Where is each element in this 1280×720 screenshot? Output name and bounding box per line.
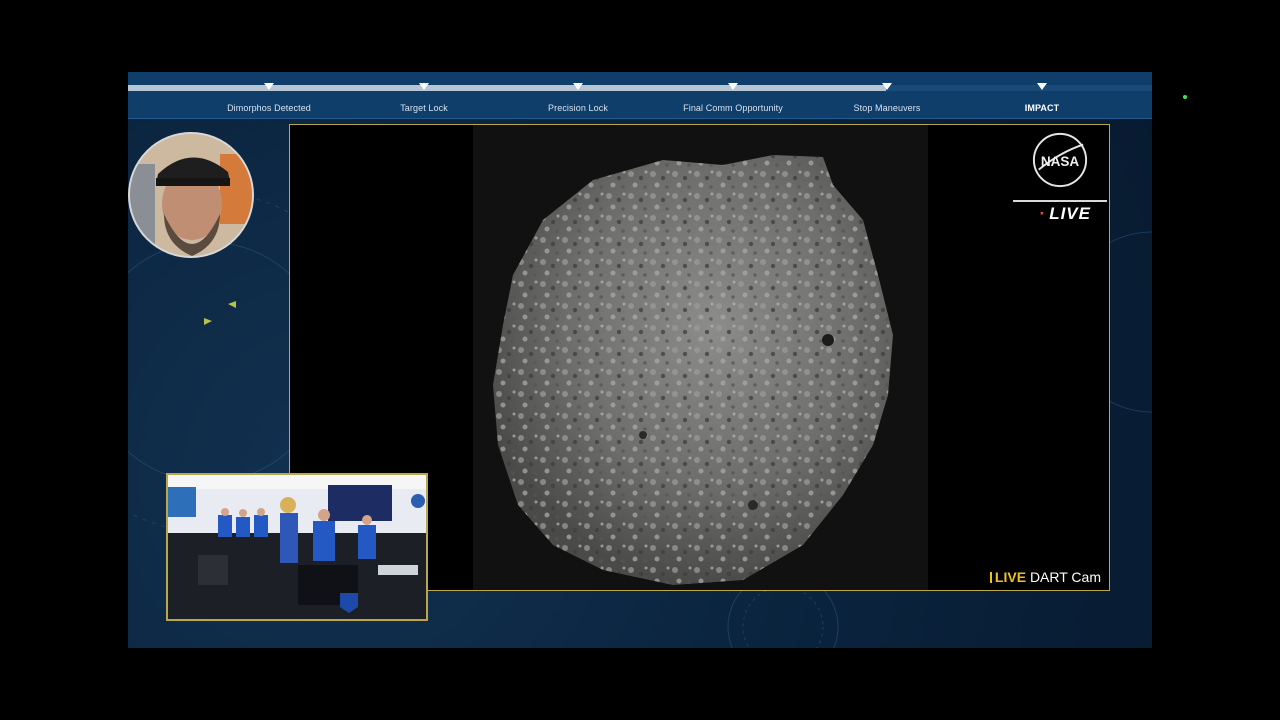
milestone-marker — [264, 83, 274, 90]
milestone-label: Stop Maneuvers — [853, 103, 921, 113]
live-badge-text: LIVE — [1049, 204, 1091, 223]
control-room-image — [168, 475, 426, 619]
asteroid-image — [493, 155, 893, 585]
streamer-image — [130, 134, 252, 256]
svg-text:NASA: NASA — [1041, 154, 1080, 169]
milestone-marker — [1037, 83, 1047, 90]
status-dot — [1183, 95, 1187, 99]
live-badge: · LIVE — [1039, 204, 1091, 223]
mission-timeline: Dimorphos Detected Target Lock Precision… — [128, 72, 1152, 119]
control-room-feed — [166, 473, 428, 621]
camera-image-area — [473, 125, 928, 590]
milestone-marker — [573, 83, 583, 90]
streamer-webcam — [128, 132, 254, 258]
milestone-marker — [882, 83, 892, 90]
milestone-marker — [419, 83, 429, 90]
milestone-label-impact: IMPACT — [1024, 103, 1060, 113]
milestone-label: Dimorphos Detected — [227, 103, 311, 113]
milestone-label: Target Lock — [400, 103, 448, 113]
camera-label: LIVE DART Cam — [989, 569, 1101, 585]
camera-live-text: LIVE — [994, 569, 1027, 585]
milestone-label: Final Comm Opportunity — [683, 103, 783, 113]
broadcast-stage: Dimorphos Detected Target Lock Precision… — [128, 72, 1152, 648]
milestone-label: Precision Lock — [548, 103, 608, 113]
timeline-progress — [128, 85, 886, 91]
camera-name: DART Cam — [1029, 569, 1101, 585]
live-divider — [1013, 200, 1107, 202]
milestone-marker — [728, 83, 738, 90]
nasa-logo-icon: NASA — [1032, 132, 1088, 188]
